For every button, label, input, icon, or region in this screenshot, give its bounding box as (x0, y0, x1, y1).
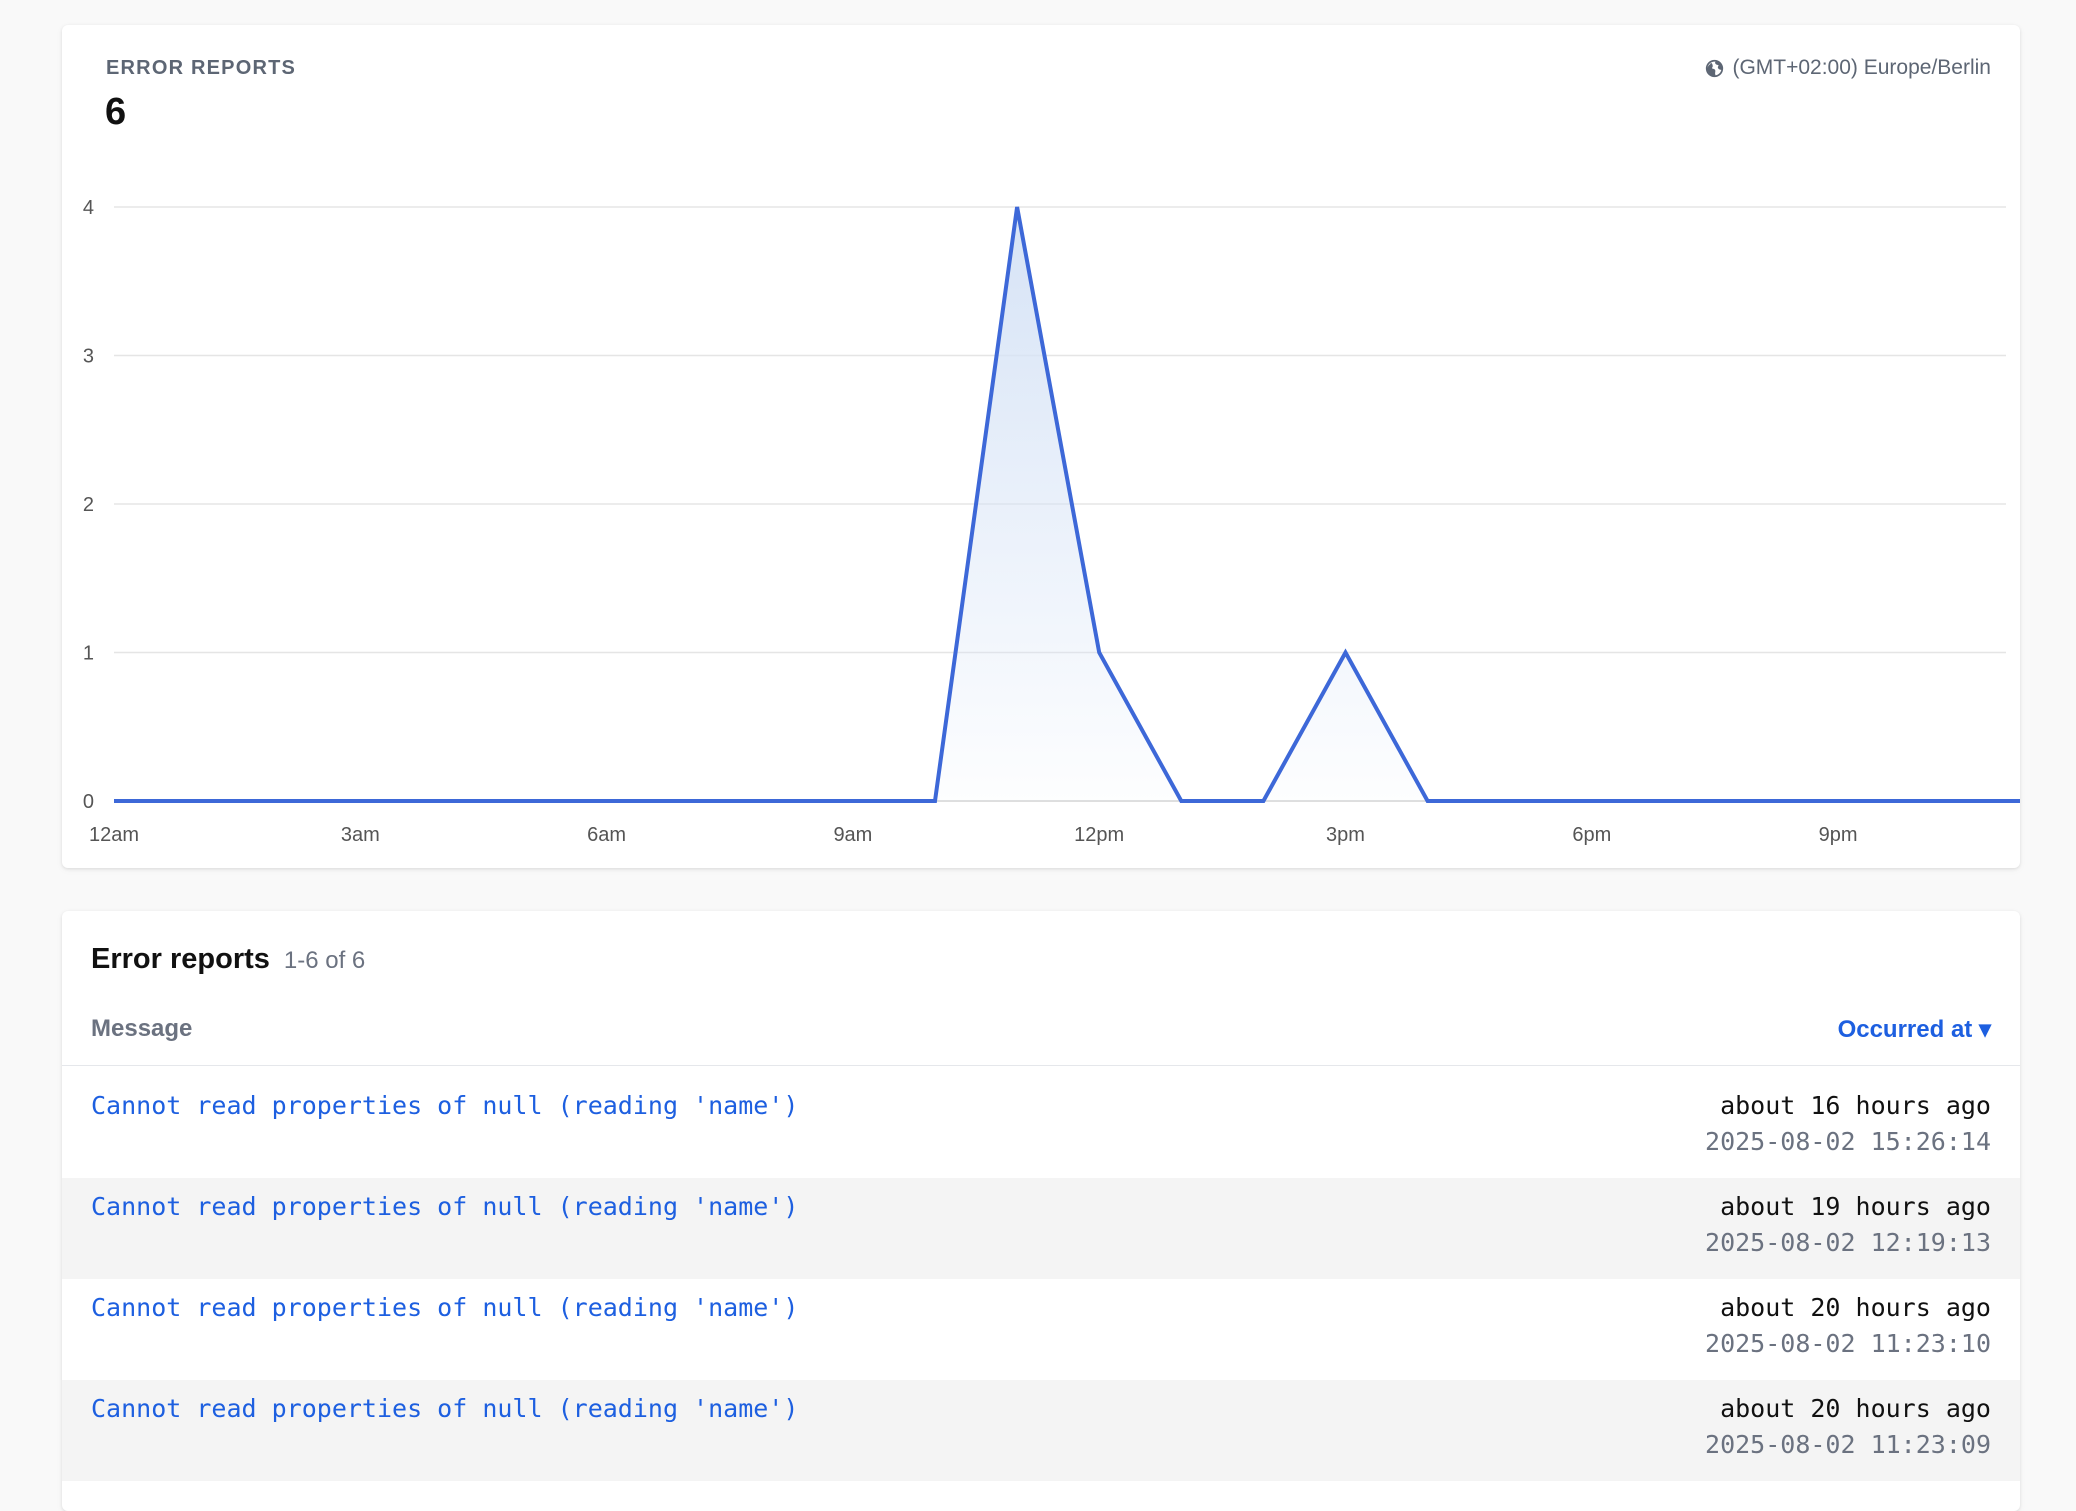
reports-header: Error reports 1-6 of 6 (91, 943, 365, 976)
x-tick-label: 12pm (1074, 824, 1124, 846)
table-row: Cannot read properties of null (reading … (62, 1077, 2020, 1178)
x-tick-label: 9pm (1819, 824, 1858, 846)
reports-title: Error reports (91, 943, 270, 975)
y-tick-label: 4 (83, 197, 94, 219)
relative-time: about 16 hours ago (1720, 1091, 1991, 1120)
error-message-link[interactable]: Cannot read properties of null (reading … (91, 1192, 798, 1221)
x-tick-label: 9am (833, 824, 872, 846)
y-tick-label: 2 (83, 494, 94, 516)
table-row: Cannot read properties of null (reading … (62, 1279, 2020, 1380)
timestamp: 2025-08-02 11:23:10 (1705, 1329, 1991, 1358)
relative-time: about 19 hours ago (1720, 1192, 1991, 1221)
timestamp: 2025-08-02 11:23:09 (1705, 1430, 1991, 1459)
error-reports-chart: 0 1 2 3 4 12am 3am 6am 9am 12pm 3pm 6pm 9pm (83, 197, 2020, 846)
column-header-occurred-at-sort[interactable]: Occurred at ▾ (1838, 1015, 1991, 1044)
y-tick-label: 3 (83, 346, 94, 368)
y-tick-label: 1 (83, 643, 94, 665)
reports-count: 1-6 of 6 (283, 947, 366, 974)
x-tick-label: 6am (587, 824, 626, 846)
column-header-message: Message (91, 1015, 193, 1042)
relative-time: about 20 hours ago (1720, 1293, 1991, 1322)
error-reports-table-card: Error reports 1-6 of 6 Message Occurred … (62, 911, 2020, 1511)
error-chart-card: ERROR REPORTS 6 (GMT+02:00) Europe/Berli… (62, 25, 2020, 868)
error-message-link[interactable]: Cannot read properties of null (reading … (91, 1394, 798, 1423)
table-row: Cannot read properties of null (reading … (62, 1380, 2020, 1481)
timestamp: 2025-08-02 12:19:13 (1705, 1228, 1991, 1257)
x-tick-label: 3pm (1326, 824, 1365, 846)
x-tick-label: 12am (89, 824, 139, 846)
table-header: Message Occurred at ▾ (62, 1015, 2020, 1066)
error-message-link[interactable]: Cannot read properties of null (reading … (91, 1293, 798, 1322)
reports-table-body: Cannot read properties of null (reading … (62, 1077, 2020, 1481)
error-message-link[interactable]: Cannot read properties of null (reading … (91, 1091, 798, 1120)
relative-time: about 20 hours ago (1720, 1394, 1991, 1423)
table-row: Cannot read properties of null (reading … (62, 1178, 2020, 1279)
timestamp: 2025-08-02 15:26:14 (1705, 1127, 1991, 1156)
x-tick-label: 6pm (1572, 824, 1611, 846)
x-tick-label: 3am (341, 824, 380, 846)
y-tick-label: 0 (83, 791, 94, 813)
